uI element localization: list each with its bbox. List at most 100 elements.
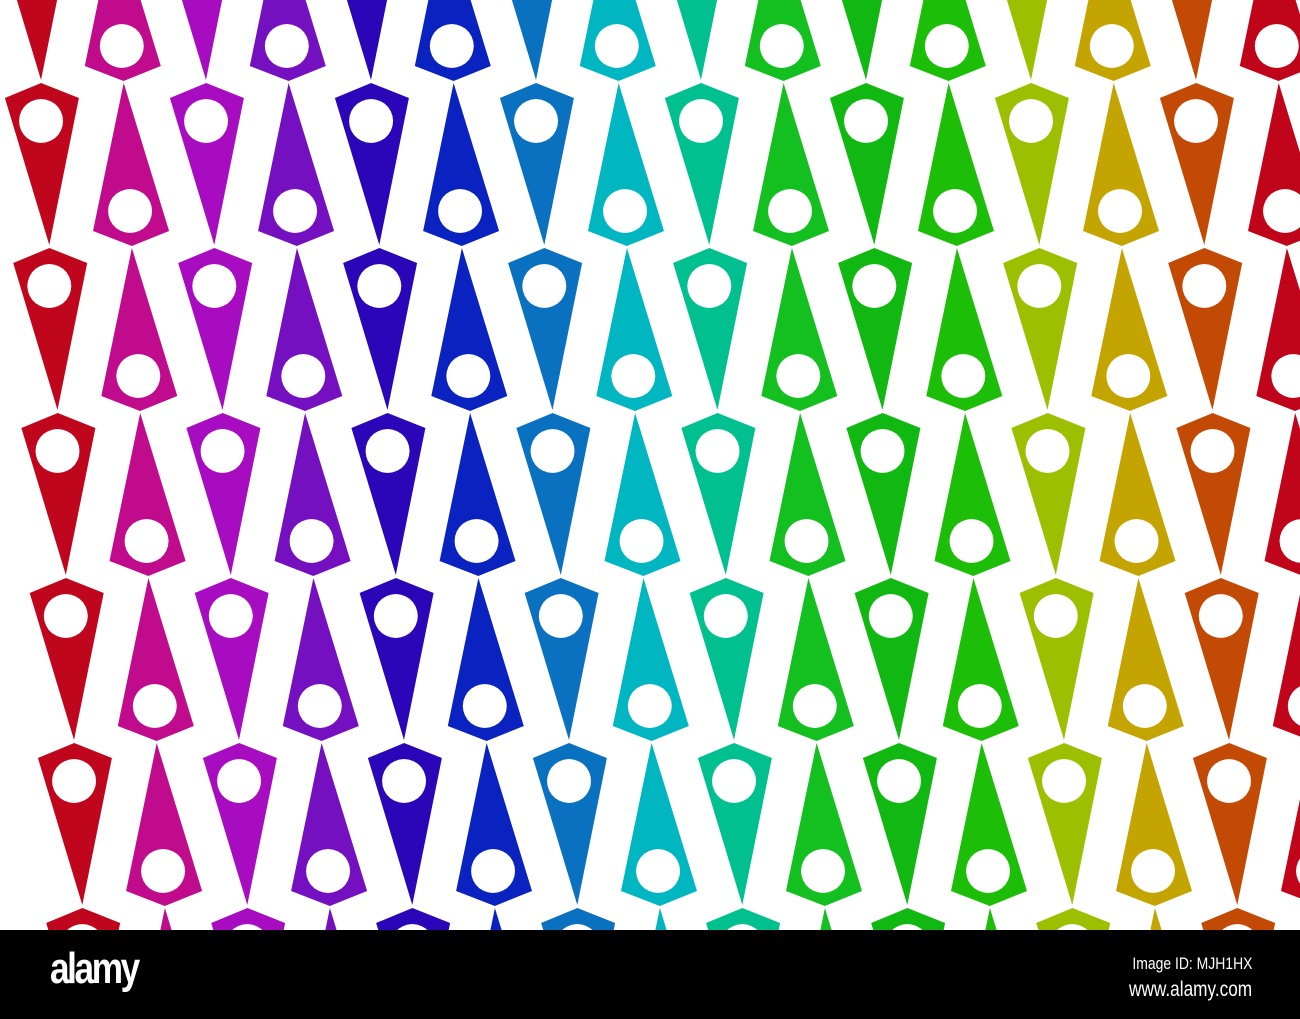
circle-hole <box>116 354 161 398</box>
image-id: Image ID: MJH1HX <box>1131 954 1252 973</box>
alamy-logo: alamy <box>50 944 140 993</box>
circle-hole <box>538 594 583 638</box>
circle-hole <box>52 759 97 803</box>
down-kite-shape <box>346 0 388 80</box>
down-kite-shape <box>511 0 553 80</box>
up-kite-shape <box>325 908 337 930</box>
down-kite-shape <box>1171 0 1213 80</box>
circle-hole <box>429 24 474 68</box>
circle-hole <box>792 684 837 728</box>
circle-hole <box>1042 759 1086 803</box>
circle-hole <box>924 24 969 68</box>
circle-hole <box>1098 189 1142 233</box>
circle-hole <box>446 354 491 398</box>
circle-hole <box>619 519 664 563</box>
circle-hole <box>281 354 326 398</box>
circle-hole <box>636 849 680 893</box>
up-kite-shape <box>160 908 172 930</box>
website-link: www.alamy.com <box>1128 978 1252 1001</box>
circle-hole <box>273 189 318 233</box>
circle-hole <box>141 849 186 893</box>
circle-hole <box>712 759 756 803</box>
circle-hole <box>1106 354 1151 398</box>
circle-hole <box>217 759 262 803</box>
circle-hole <box>289 519 334 563</box>
up-kite-shape <box>820 908 832 930</box>
circle-hole <box>530 429 575 473</box>
circle-hole <box>471 849 515 893</box>
circle-hole <box>679 99 723 143</box>
circle-hole <box>454 519 499 563</box>
circle-hole <box>801 849 845 893</box>
watermark-footer: alamy Image ID: MJH1HX www.alamy.com <box>0 930 1300 1019</box>
circle-hole <box>1174 99 1218 143</box>
circle-hole <box>208 594 253 638</box>
circle-hole <box>306 849 351 893</box>
circle-hole <box>933 189 977 233</box>
circle-hole <box>1254 24 1299 68</box>
down-kite-shape <box>181 0 223 80</box>
circle-hole <box>844 99 888 143</box>
circle-hole <box>184 99 229 143</box>
circle-hole <box>877 759 921 803</box>
circle-hole <box>1017 264 1062 308</box>
down-kite-shape <box>1006 0 1048 80</box>
circle-hole <box>611 354 656 398</box>
circle-hole <box>365 429 410 473</box>
circle-hole <box>373 594 418 638</box>
circle-hole <box>264 24 309 68</box>
circle-hole <box>776 354 821 398</box>
circle-hole <box>941 354 986 398</box>
circle-hole <box>1009 99 1053 143</box>
circle-hole <box>438 189 483 233</box>
circle-hole <box>627 684 672 728</box>
circle-hole <box>1182 264 1227 308</box>
up-kite-shape <box>1281 799 1300 899</box>
circle-hole <box>768 189 812 233</box>
down-kite-shape <box>841 0 883 80</box>
circle-hole <box>603 189 647 233</box>
circle-hole <box>192 264 237 308</box>
circle-hole <box>695 429 740 473</box>
circle-hole <box>43 594 88 638</box>
circle-hole <box>349 99 394 143</box>
circle-hole <box>1198 594 1243 638</box>
circle-hole <box>1122 684 1167 728</box>
circle-hole <box>1089 24 1134 68</box>
circle-hole <box>1033 594 1078 638</box>
down-kite-shape <box>16 0 58 80</box>
circle-hole <box>703 594 748 638</box>
circle-hole <box>132 684 177 728</box>
up-kite-shape <box>985 908 997 930</box>
circle-hole <box>949 519 994 563</box>
circle-hole <box>860 429 905 473</box>
circle-hole <box>868 594 913 638</box>
circle-hole <box>19 99 63 143</box>
up-kite-shape <box>655 908 667 930</box>
circle-hole <box>108 189 153 233</box>
circle-hole <box>382 759 427 803</box>
circle-hole <box>784 519 829 563</box>
circle-hole <box>594 24 639 68</box>
circle-hole <box>1114 519 1159 563</box>
circle-hole <box>462 684 507 728</box>
circle-hole <box>759 24 804 68</box>
up-kite-shape <box>490 908 502 930</box>
circle-hole <box>514 99 558 143</box>
circle-hole <box>124 519 169 563</box>
circle-hole <box>1190 429 1235 473</box>
circle-hole <box>297 684 342 728</box>
circle-hole <box>1131 849 1175 893</box>
circle-hole <box>966 849 1010 893</box>
circle-hole <box>1207 759 1251 803</box>
circle-hole <box>99 24 144 68</box>
circle-hole <box>357 264 402 308</box>
circle-hole <box>35 429 80 473</box>
circle-hole <box>522 264 567 308</box>
circle-hole <box>200 429 245 473</box>
down-kite-shape <box>676 0 718 80</box>
geometric-pattern <box>4 0 1300 930</box>
up-kite-shape <box>1150 908 1162 930</box>
circle-hole <box>1025 429 1070 473</box>
circle-hole <box>687 264 732 308</box>
